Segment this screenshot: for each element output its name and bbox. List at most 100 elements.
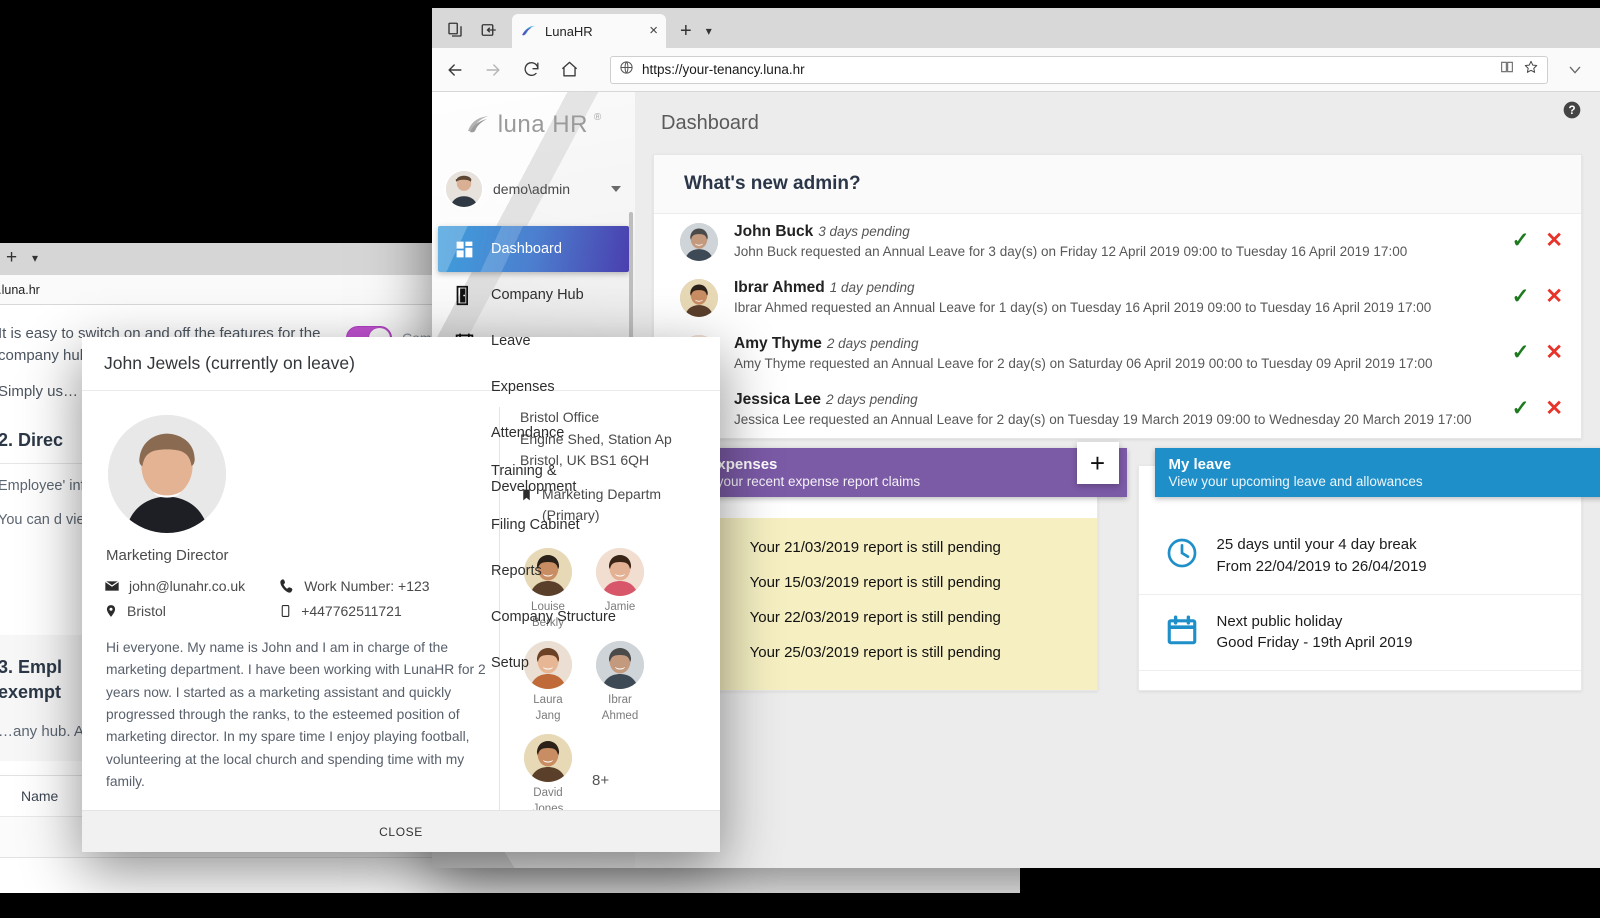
brand-text: luna HR	[497, 111, 588, 138]
leave-info-row: 25 days until your 4 day break From 22/04…	[1138, 518, 1581, 595]
sidebar-item-label: Setup	[491, 655, 529, 671]
request-description: Amy Thyme requested an Annual Leave for …	[734, 356, 1433, 371]
door-icon	[454, 285, 475, 306]
mobile-icon	[281, 605, 290, 617]
my-expenses-title: My expenses	[684, 456, 778, 473]
whats-new-header: What's new admin?	[654, 155, 1581, 214]
approve-request-icon[interactable]: ✓	[1512, 286, 1530, 307]
employee-mobile: +447762511721	[301, 603, 402, 619]
more-colleagues-count[interactable]: 8+	[592, 762, 609, 789]
sidebar-item-label: Company Structure	[491, 609, 616, 625]
employee-email-row[interactable]: john@lunahr.co.uk	[104, 578, 245, 594]
background-tab-list-icon[interactable]: ▾	[32, 251, 38, 265]
overflow-menu-icon[interactable]	[1564, 59, 1586, 81]
widgets-row: My expenses View your recent expense rep…	[635, 439, 1600, 691]
tab-list-chevron-icon[interactable]: ▾	[706, 24, 712, 38]
add-expense-button[interactable]: +	[1076, 442, 1119, 484]
colleague-avatar	[524, 734, 572, 783]
luna-swirl-icon	[467, 116, 489, 133]
pending-badge: 1 day pending	[829, 280, 915, 295]
phone-icon	[280, 579, 293, 593]
sidebar-item-label: Filing Cabinet	[491, 517, 580, 533]
brand-registered-icon: ®	[593, 112, 602, 123]
my-leave-header[interactable]: My leave View your upcoming leave and al…	[1154, 448, 1600, 497]
request-description: John Buck requested an Annual Leave for …	[734, 244, 1408, 259]
colleague-avatar	[596, 548, 644, 597]
expense-report-row[interactable]: Your 22/03/2019 report is still pending	[654, 600, 1097, 635]
forward-arrow-icon[interactable]	[482, 59, 504, 81]
approve-request-icon[interactable]: ✓	[1512, 342, 1530, 363]
leave-line-2: Good Friday - 19th April 2019	[1216, 634, 1413, 652]
close-tab-icon[interactable]: ×	[649, 23, 658, 38]
star-icon[interactable]	[1523, 59, 1539, 80]
modal-title: John Jewels (currently on leave)	[104, 353, 355, 373]
expense-report-list: Your 21/03/2019 report is still pending Y…	[654, 518, 1097, 690]
request-details: John Buck 3 days pending John Buck reques…	[734, 223, 1496, 259]
modal-footer: CLOSE	[82, 810, 720, 852]
address-bar[interactable]: https://your-tenancy.luna.hr	[610, 55, 1548, 84]
globe-icon	[619, 60, 634, 80]
user-name: demo\admin	[493, 181, 571, 197]
column-header-name: Name	[21, 788, 59, 805]
requester-name: Ibrar Ahmed	[734, 279, 825, 296]
leave-line-1: 25 days until your 4 day break	[1216, 536, 1417, 553]
refresh-icon[interactable]	[520, 59, 542, 81]
new-tab-button[interactable]: +	[680, 21, 692, 41]
approve-request-icon[interactable]: ✓	[1512, 398, 1530, 419]
chevron-down-icon[interactable]	[611, 186, 621, 192]
requester-name: Amy Thyme	[734, 335, 822, 352]
sidebar-item-company-hub[interactable]: Company Hub	[432, 272, 635, 318]
close-button[interactable]: CLOSE	[379, 825, 423, 839]
help-circle-icon[interactable]: ?	[1562, 100, 1582, 125]
background-url-text: ur-tenancy.luna.hr	[0, 282, 40, 297]
leave-request-row: John Buck 3 days pending John Buck reques…	[654, 214, 1581, 270]
sidebar-item-dashboard[interactable]: Dashboard	[438, 226, 629, 272]
expense-report-row[interactable]: Your 25/03/2019 report is still pending	[654, 635, 1097, 670]
employee-bio: Hi everyone. My name is John and I am in…	[106, 640, 486, 790]
main-content: Dashboard ? What's new admin? John Buck 3…	[635, 92, 1600, 868]
leave-request-row: Amy Thyme 2 days pending Amy Thyme reques…	[654, 326, 1581, 382]
colleague-avatar	[596, 641, 644, 690]
reject-request-icon[interactable]: ✕	[1545, 230, 1563, 251]
background-new-tab-button[interactable]: +	[6, 248, 17, 267]
reject-request-icon[interactable]: ✕	[1545, 398, 1563, 419]
colleague-item[interactable]: Ibrar Ahmed	[592, 641, 648, 724]
reject-request-icon[interactable]: ✕	[1545, 342, 1563, 363]
tab-preview-icon[interactable]	[446, 21, 464, 39]
home-icon[interactable]	[558, 59, 580, 81]
page-title: Dashboard	[661, 111, 759, 134]
reading-view-icon[interactable]	[1499, 59, 1515, 80]
request-details: Jessica Lee 2 days pending Jessica Lee re…	[734, 391, 1496, 427]
request-description: Ibrar Ahmed requested an Annual Leave fo…	[734, 300, 1432, 315]
user-menu[interactable]: demo\admin	[432, 158, 635, 220]
employee-photo	[108, 415, 226, 533]
back-arrow-icon[interactable]	[444, 59, 466, 81]
requester-name: Jessica Lee	[734, 391, 822, 408]
approve-request-icon[interactable]: ✓	[1512, 230, 1530, 251]
colleague-name: Laura Jang	[533, 694, 563, 722]
browser-tab[interactable]: LunaHR ×	[512, 14, 666, 48]
employee-work-number: Work Number: +123	[304, 578, 430, 594]
request-details: Amy Thyme 2 days pending Amy Thyme reques…	[734, 335, 1496, 371]
expense-report-row[interactable]: Your 21/03/2019 report is still pending	[654, 530, 1097, 565]
my-expenses-header[interactable]: My expenses View your recent expense rep…	[670, 448, 1127, 497]
colleague-item[interactable]: David Jones	[520, 734, 576, 817]
location-pin-icon	[106, 605, 116, 617]
reject-request-icon[interactable]: ✕	[1545, 286, 1563, 307]
lunahr-favicon-icon	[522, 25, 535, 35]
whats-new-panel: What's new admin? John Buck 3 days pendin…	[653, 154, 1582, 439]
modal-body: Marketing Director john@lunahr.co.uk Bri…	[82, 391, 720, 851]
leave-line-2: From 22/04/2019 to 26/04/2019	[1216, 557, 1427, 575]
colleague-item[interactable]: Laura Jang	[520, 641, 576, 724]
my-leave-widget: My leave View your upcoming leave and al…	[1137, 448, 1600, 691]
svg-text:?: ?	[1568, 104, 1575, 117]
whats-new-title: What's new admin?	[684, 173, 861, 194]
leave-request-row: Ibrar Ahmed 1 day pending Ibrar Ahmed req…	[654, 270, 1581, 326]
leave-info-row: Next public holiday Good Friday - 19th Ap…	[1138, 595, 1581, 671]
leave-request-row: Jessica Lee 2 days pending Jessica Lee re…	[654, 382, 1581, 438]
set-aside-tabs-icon[interactable]	[480, 21, 498, 39]
toolbar-right-icons	[1564, 59, 1588, 81]
leave-request-list: John Buck 3 days pending John Buck reques…	[654, 214, 1581, 438]
requester-name: John Buck	[734, 223, 814, 240]
expense-report-row[interactable]: Your 15/03/2019 report is still pending	[654, 565, 1097, 600]
